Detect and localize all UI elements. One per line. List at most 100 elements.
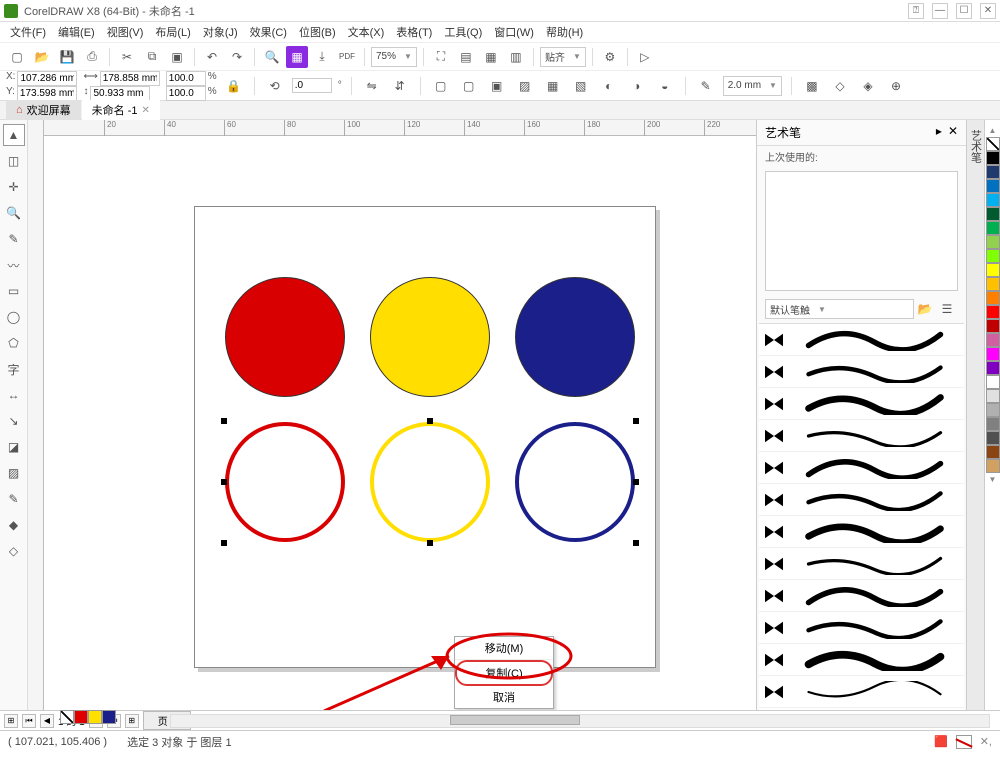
mirror-v-icon[interactable]: ⇵ [389, 75, 411, 97]
palette-swatch[interactable] [986, 193, 1000, 207]
selection-handle[interactable] [221, 418, 227, 424]
palette-swatch[interactable] [986, 305, 1000, 319]
zoom-combo[interactable]: 75%▼ [371, 47, 417, 67]
docker-collapse-icon[interactable]: ▸ [936, 124, 942, 141]
connector-tool[interactable]: ↘ [3, 410, 25, 432]
brush-list[interactable] [759, 323, 964, 710]
docker-side-tab[interactable]: 艺术笔 [966, 120, 984, 710]
palette-swatch[interactable] [986, 333, 1000, 347]
text-tool[interactable]: 字 [3, 358, 25, 380]
fill-tool[interactable]: ◆ [3, 514, 25, 536]
list-view-icon[interactable]: ☰ [936, 298, 958, 320]
open-button[interactable]: 📂 [31, 46, 53, 68]
palette-swatch[interactable] [986, 417, 1000, 431]
mirror-h-icon[interactable]: ⇋ [361, 75, 383, 97]
horizontal-ruler[interactable]: 20 40 60 80 100 120 140 160 180 200 220 [44, 120, 756, 136]
nav-add-page-icon[interactable]: ⊞ [4, 714, 18, 728]
freehand-tool[interactable]: ✎ [3, 228, 25, 250]
doc-noColor[interactable] [60, 710, 74, 724]
palette-swatch[interactable] [986, 207, 1000, 221]
redo-button[interactable]: ↷ [226, 46, 248, 68]
nav-add-after-icon[interactable]: ⊞ [125, 714, 139, 728]
selection-handle[interactable] [633, 540, 639, 546]
brush-item[interactable] [759, 388, 964, 420]
pick-tool[interactable]: ▲ [3, 124, 25, 146]
scale-y-input[interactable] [166, 86, 206, 101]
palette-swatch[interactable] [986, 459, 1000, 473]
canvas[interactable]: 移动(M) 复制(C) 取消 [44, 136, 756, 710]
palette-swatch[interactable] [986, 375, 1000, 389]
circle-blue-outline[interactable] [515, 422, 635, 542]
scale-x-input[interactable] [166, 71, 206, 86]
options-icon[interactable]: ⚙ [599, 46, 621, 68]
brush-item[interactable] [759, 548, 964, 580]
palette-swatch[interactable] [986, 445, 1000, 459]
trim-icon[interactable]: ◑ [626, 75, 648, 97]
weld-icon[interactable]: ◐ [598, 75, 620, 97]
palette-noColor[interactable] [986, 137, 1000, 151]
combine-icon[interactable]: ▦ [542, 75, 564, 97]
doc-swatch-blue[interactable] [102, 710, 116, 724]
palette-swatch[interactable] [986, 347, 1000, 361]
menu-object[interactable]: 对象(J) [199, 22, 242, 42]
print-button[interactable]: ⎙ [81, 46, 103, 68]
group-icon[interactable]: ▣ [486, 75, 508, 97]
outline-indicator[interactable]: ✕, [980, 735, 992, 748]
add-icon[interactable]: ⊕ [885, 75, 907, 97]
order-back-icon[interactable]: ▢ [458, 75, 480, 97]
nav-prev-icon[interactable]: ◀ [40, 714, 54, 728]
palette-swatch[interactable] [986, 165, 1000, 179]
pos-x-input[interactable] [17, 71, 77, 86]
rulers-icon[interactable]: ▤ [455, 46, 477, 68]
menu-window[interactable]: 窗口(W) [490, 22, 538, 42]
palette-swatch[interactable] [986, 179, 1000, 193]
palette-swatch[interactable] [986, 235, 1000, 249]
outline-tool[interactable]: ◇ [3, 540, 25, 562]
fill-indicator[interactable] [956, 735, 972, 749]
selection-handle[interactable] [427, 540, 433, 546]
crop-tool[interactable]: ✛ [3, 176, 25, 198]
circle-blue-filled[interactable] [515, 277, 635, 397]
close-tab-icon[interactable]: ✕ [142, 105, 150, 116]
brush-item[interactable] [759, 324, 964, 356]
palette-swatch[interactable] [986, 221, 1000, 235]
search-button[interactable]: 🔍 [261, 46, 283, 68]
quicktrace-icon[interactable]: ◈ [857, 75, 879, 97]
color-proof-icon[interactable]: 🟥 [934, 735, 948, 748]
maximize-button[interactable]: ☐ [956, 3, 972, 19]
palette-swatch[interactable] [986, 403, 1000, 417]
rectangle-tool[interactable]: ▭ [3, 280, 25, 302]
intersect-icon[interactable]: ◒ [654, 75, 676, 97]
dropshadow-tool[interactable]: ◪ [3, 436, 25, 458]
open-folder-icon[interactable]: 📂 [914, 298, 936, 320]
palette-swatch[interactable] [986, 263, 1000, 277]
paste-button[interactable]: ▣ [166, 46, 188, 68]
brush-preset-combo[interactable]: 默认笔触▼ [765, 299, 914, 319]
menu-bitmap[interactable]: 位图(B) [295, 22, 340, 42]
palette-up-icon[interactable]: ▲ [989, 124, 997, 137]
save-button[interactable]: 💾 [56, 46, 78, 68]
zoom-tool[interactable]: 🔍 [3, 202, 25, 224]
polygon-tool[interactable]: ⬠ [3, 332, 25, 354]
cut-button[interactable]: ✂ [116, 46, 138, 68]
lock-ratio-icon[interactable]: 🔒 [223, 75, 245, 97]
vertical-ruler[interactable] [28, 120, 44, 710]
brush-item[interactable] [759, 484, 964, 516]
width-input[interactable] [100, 71, 160, 86]
palette-swatch[interactable] [986, 389, 1000, 403]
order-front-icon[interactable]: ▢ [430, 75, 452, 97]
palette-swatch[interactable] [986, 291, 1000, 305]
artistic-tool[interactable]: 〰 [3, 254, 25, 276]
brush-item[interactable] [759, 452, 964, 484]
wrap-icon[interactable]: ▩ [801, 75, 823, 97]
snap-combo[interactable]: 贴齐▼ [540, 47, 586, 67]
selection-handle[interactable] [427, 418, 433, 424]
copy-button[interactable]: ⧉ [141, 46, 163, 68]
tab-document[interactable]: 未命名 -1✕ [82, 100, 160, 120]
circle-red-filled[interactable] [225, 277, 345, 397]
palette-swatch[interactable] [986, 249, 1000, 263]
brush-item[interactable] [759, 644, 964, 676]
palette-swatch[interactable] [986, 151, 1000, 165]
close-button[interactable]: ✕ [980, 3, 996, 19]
convert-icon[interactable]: ◇ [829, 75, 851, 97]
